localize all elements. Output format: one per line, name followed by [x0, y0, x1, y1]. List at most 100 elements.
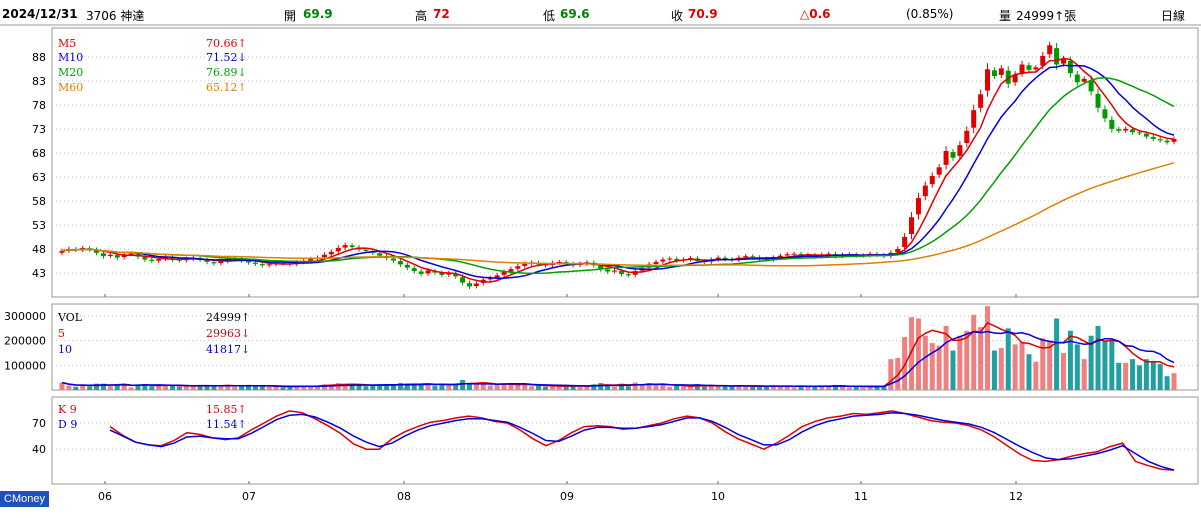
volume-bar: [667, 386, 673, 390]
candle-body: [142, 257, 148, 260]
candle-body: [460, 277, 466, 283]
legend-m20-value: 76.89↓: [206, 66, 247, 79]
candle-body: [964, 130, 970, 144]
volume-bar: [1171, 373, 1177, 390]
candle-body: [667, 258, 673, 260]
legend-m10-value: 71.52↓: [206, 51, 247, 64]
volume-bar: [1012, 344, 1018, 390]
candle-body: [522, 263, 528, 266]
legend-vol10-name: 10: [58, 343, 72, 356]
volume-bar: [1054, 318, 1060, 390]
volume-value: 24999↑張: [1016, 9, 1077, 23]
candle-body: [612, 270, 618, 272]
volume-bar: [80, 385, 86, 390]
volume-bar: [598, 383, 604, 390]
volume-bar: [1130, 359, 1136, 390]
change-percent: (0.85%): [906, 7, 954, 21]
volume-bar: [577, 386, 583, 390]
candle-body: [1123, 128, 1129, 131]
volume-bar: [107, 386, 113, 390]
candle-body: [473, 283, 479, 286]
price-tick-label: 48: [32, 243, 46, 256]
volume-bar: [190, 386, 196, 390]
x-tick-label: 06: [98, 490, 112, 503]
candle-body: [342, 245, 348, 248]
x-tick-label: 11: [854, 490, 868, 503]
volume-tick-label: 200000: [4, 335, 46, 348]
candle-body: [998, 68, 1004, 75]
date-label: 2024/12/31: [2, 7, 78, 21]
volume-bar: [1123, 362, 1129, 390]
volume-bar: [1026, 354, 1032, 390]
candle-body: [156, 259, 162, 261]
volume-bar: [363, 386, 369, 390]
stock-name: 3706 神達: [86, 9, 145, 23]
candle-body: [915, 198, 921, 215]
candle-body: [653, 261, 659, 264]
candle-body: [991, 70, 997, 77]
volume-bar: [971, 314, 977, 390]
legend-m5-value: 70.66↑: [206, 37, 247, 50]
legend-m60-name: M60: [58, 81, 84, 94]
volume-bar: [1095, 325, 1101, 390]
volume-bar: [915, 318, 921, 390]
volume-bar: [950, 350, 956, 390]
candle-body: [1054, 48, 1060, 65]
candle-body: [328, 251, 334, 255]
candle-body: [467, 283, 473, 287]
volume-bar: [625, 386, 631, 390]
volume-bar: [964, 330, 970, 390]
candle-body: [411, 268, 417, 272]
candle-body: [618, 271, 624, 274]
price-tick-label: 73: [32, 123, 46, 136]
candle-body: [321, 254, 327, 258]
volume-bar: [1116, 362, 1122, 390]
volume-bar: [888, 359, 894, 390]
legend-d9-value: 11.54↑: [206, 418, 247, 431]
x-tick-label: 09: [560, 490, 574, 503]
price-tick-label: 88: [32, 51, 46, 64]
volume-bar: [791, 387, 797, 390]
candle-body: [791, 253, 797, 255]
candle-body: [902, 236, 908, 248]
price-tick-label: 53: [32, 219, 46, 232]
volume-tick-label: 300000: [4, 310, 46, 323]
candle-body: [494, 275, 500, 278]
candle-body: [377, 253, 383, 256]
candle-body: [1067, 60, 1073, 74]
volume-bar: [529, 386, 535, 390]
x-tick-label: 08: [397, 490, 411, 503]
candle-body: [660, 259, 666, 262]
volume-bar: [998, 348, 1004, 390]
candle-body: [114, 255, 120, 258]
legend-vol10-value: 41817↓: [206, 343, 251, 356]
volume-bar: [612, 386, 618, 390]
volume-bar: [1150, 361, 1156, 390]
candle-body: [1026, 65, 1032, 70]
volume-bar: [149, 386, 155, 390]
legend-m20-name: M20: [58, 66, 84, 79]
candle-body: [1130, 129, 1136, 133]
volume-bar: [729, 386, 735, 390]
candle-body: [1088, 80, 1094, 92]
volume-bar: [1157, 364, 1163, 390]
candle-body: [1150, 136, 1156, 139]
kd-tick-label: 70: [32, 417, 46, 430]
change-value: △0.6: [800, 7, 831, 21]
legend-k9-value: 15.85↑: [206, 403, 247, 416]
volume-bar: [508, 384, 514, 390]
price-tick-label: 83: [32, 75, 46, 88]
close-label: 收: [671, 9, 684, 23]
volume-bar: [722, 386, 728, 390]
volume-bar: [232, 386, 238, 390]
volume-bar: [211, 386, 217, 390]
legend-m5-name: M5: [58, 37, 77, 50]
volume-bar: [660, 384, 666, 390]
candle-body: [1109, 119, 1115, 129]
volume-bar: [494, 384, 500, 390]
candle-body: [1074, 74, 1080, 83]
volume-bar: [957, 335, 963, 390]
candle-body: [418, 271, 424, 274]
candle-body: [625, 274, 631, 276]
volume-bar: [1164, 376, 1170, 390]
